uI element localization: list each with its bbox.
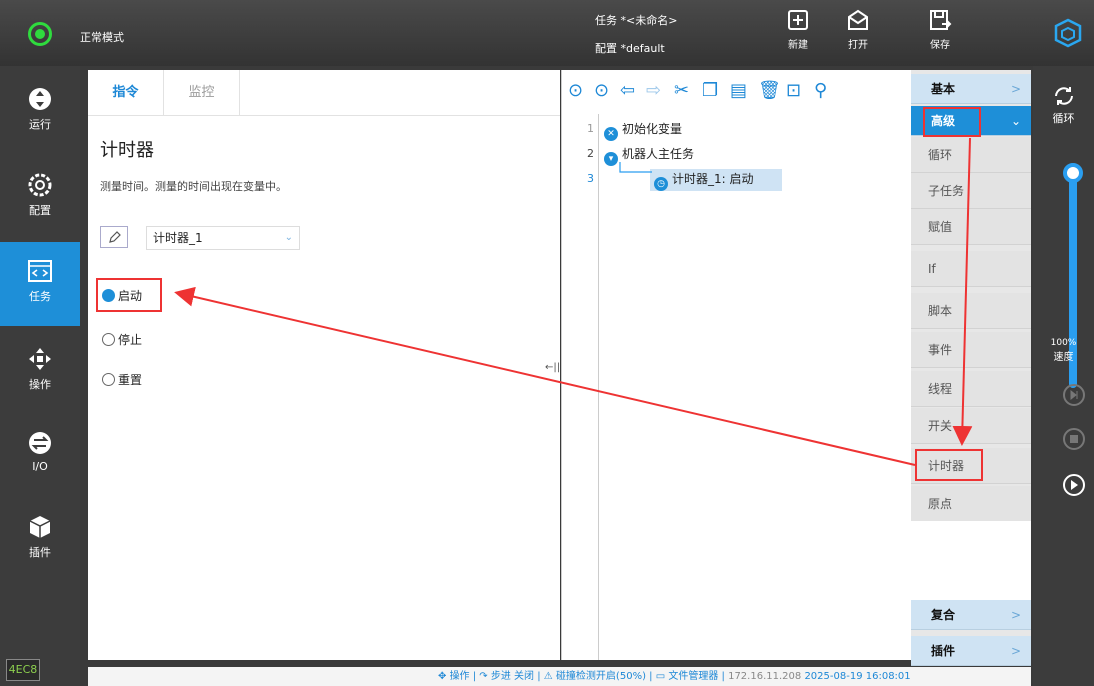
arrow-timer-to-start <box>174 286 916 466</box>
annotation-arrows <box>174 137 973 466</box>
arrow-advanced-to-timer <box>952 137 973 446</box>
